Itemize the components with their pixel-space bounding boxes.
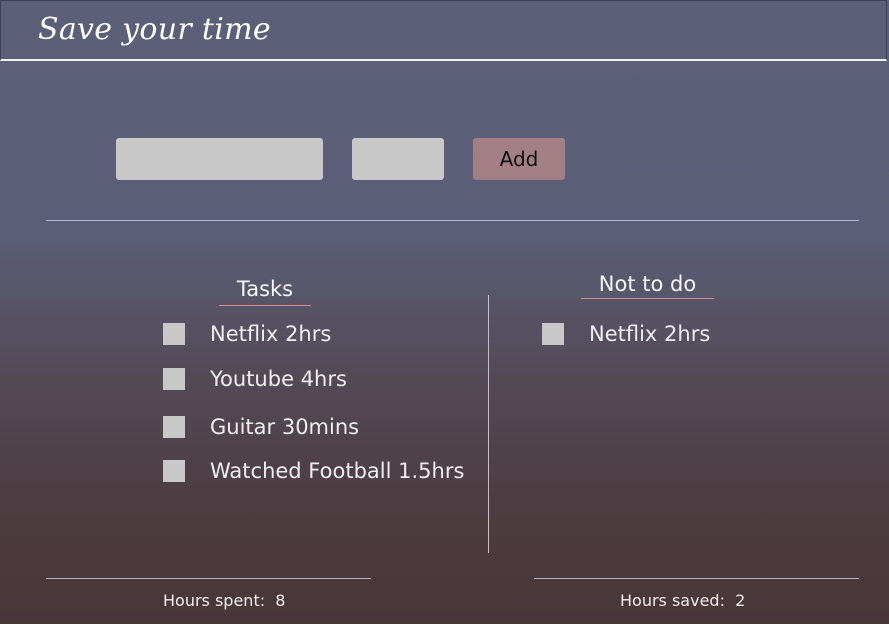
hours-spent: Hours spent: 8 bbox=[163, 591, 285, 610]
task-label: Guitar 30mins bbox=[210, 415, 360, 439]
task-label: Watched Football 1.5hrs bbox=[210, 459, 465, 483]
hours-saved-value: 2 bbox=[735, 591, 746, 610]
app-header: Save your time bbox=[0, 0, 887, 61]
hours-spent-value: 8 bbox=[275, 591, 286, 610]
task-item: Watched Football 1.5hrs bbox=[163, 459, 464, 483]
hours-saved: Hours saved: 2 bbox=[620, 591, 745, 610]
not-to-do-title: Not to do bbox=[598, 272, 697, 296]
app-title: Save your time bbox=[38, 12, 271, 47]
task-item: Netflix 2hrs bbox=[163, 322, 331, 346]
footer-divider-left bbox=[46, 578, 371, 579]
task-input[interactable] bbox=[116, 138, 323, 180]
tasks-title: Tasks bbox=[236, 277, 294, 301]
task-label: Youtube 4hrs bbox=[210, 367, 347, 391]
not-to-do-checkbox[interactable] bbox=[542, 323, 564, 345]
form-divider bbox=[46, 220, 859, 221]
hours-spent-label: Hours spent: bbox=[163, 591, 266, 610]
column-divider bbox=[488, 295, 489, 553]
task-checkbox[interactable] bbox=[163, 368, 185, 390]
task-item: Youtube 4hrs bbox=[163, 367, 347, 391]
task-checkbox[interactable] bbox=[163, 416, 185, 438]
hours-input[interactable] bbox=[352, 138, 444, 180]
add-button[interactable]: Add bbox=[473, 138, 565, 180]
task-checkbox[interactable] bbox=[163, 460, 185, 482]
not-to-do-label: Netflix 2hrs bbox=[589, 322, 711, 346]
footer-divider-right bbox=[534, 578, 859, 579]
hours-saved-label: Hours saved: bbox=[620, 591, 725, 610]
task-label: Netflix 2hrs bbox=[210, 322, 332, 346]
tasks-title-underline bbox=[219, 305, 311, 306]
task-checkbox[interactable] bbox=[163, 323, 185, 345]
not-to-do-item: Netflix 2hrs bbox=[542, 322, 710, 346]
task-item: Guitar 30mins bbox=[163, 415, 359, 439]
not-to-do-title-underline bbox=[581, 298, 714, 299]
